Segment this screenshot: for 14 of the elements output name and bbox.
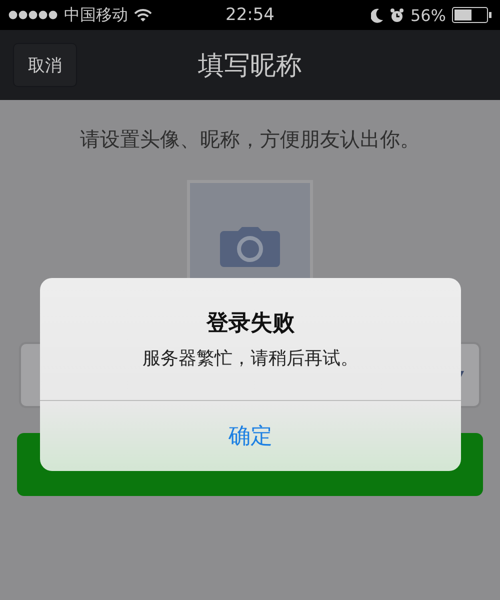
alert-message: 服务器繁忙，请稍后再试。 <box>142 347 358 370</box>
hint-text: 请设置头像、昵称，方便朋友认出你。 <box>80 126 420 153</box>
alert-title: 登录失败 <box>206 310 294 338</box>
page-title: 填写昵称 <box>198 50 302 82</box>
clock-time: 22:54 <box>226 5 274 25</box>
signal-icon <box>8 10 58 20</box>
wifi-icon <box>134 8 152 22</box>
cancel-button[interactable]: 取消 <box>13 43 77 87</box>
battery-percent: 56% <box>410 6 446 24</box>
moon-icon <box>371 8 384 22</box>
carrier-name: 中国移动 <box>64 4 128 26</box>
battery-icon <box>452 7 492 23</box>
camera-icon <box>220 227 280 267</box>
alarm-clock-icon <box>390 8 404 22</box>
